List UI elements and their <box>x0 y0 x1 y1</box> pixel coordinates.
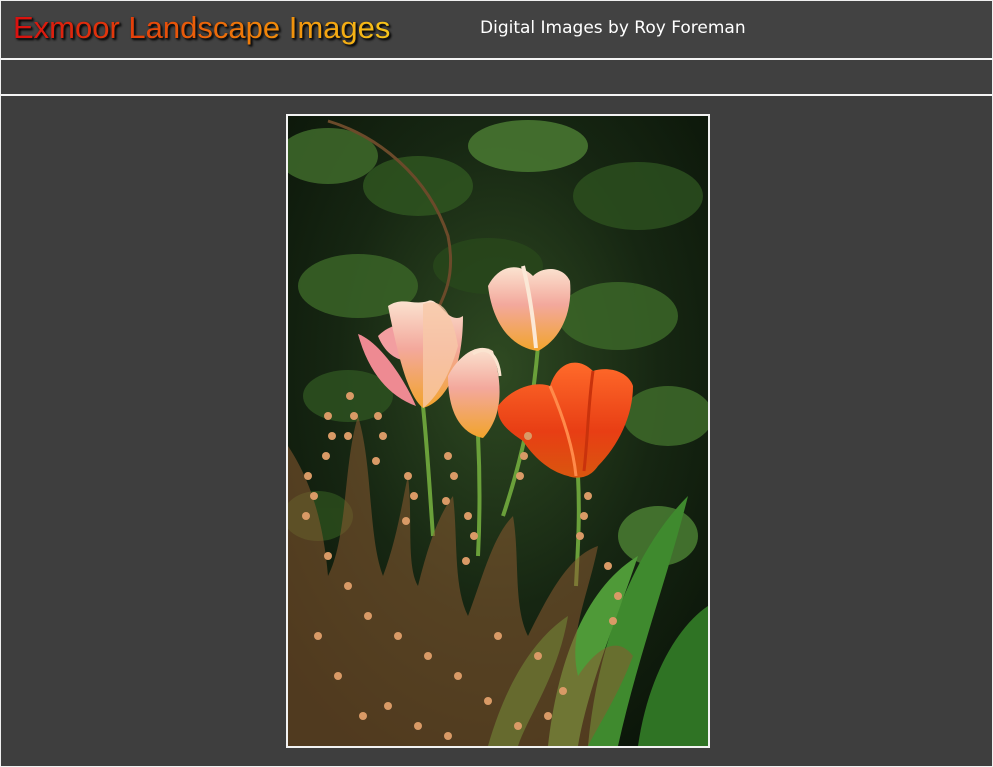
site-title[interactable]: Exmoor Landscape Images <box>13 8 390 48</box>
tulips-heather-photo <box>288 116 708 746</box>
nav-bar <box>1 60 992 94</box>
photo-frame[interactable] <box>286 114 710 748</box>
site-subtitle: Digital Images by Roy Foreman <box>480 18 746 38</box>
site-header: Exmoor Landscape Images Digital Images b… <box>1 1 992 58</box>
header-divider-bottom <box>1 94 992 96</box>
